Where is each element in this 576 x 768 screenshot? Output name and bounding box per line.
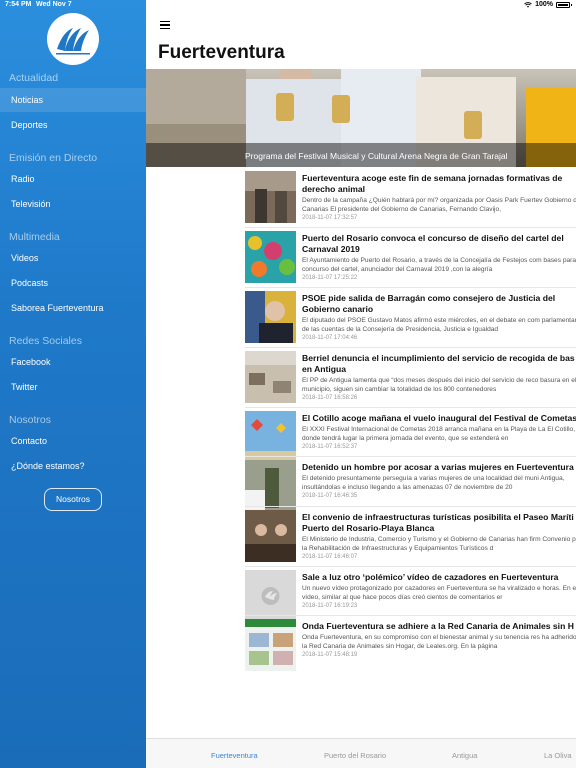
- news-title: Fuerteventura acoge este fin de semana j…: [302, 173, 563, 194]
- tab-antigua[interactable]: Antigua: [452, 751, 477, 760]
- page-title: Fuerteventura: [158, 42, 285, 63]
- divider: [245, 407, 576, 408]
- news-date: 2018-11-07 15:48:19: [302, 652, 358, 658]
- sidebar-item-contacto[interactable]: Contacto: [0, 429, 146, 453]
- news-thumbnail: [245, 291, 296, 343]
- sidebar-item-deportes[interactable]: Deportes: [0, 113, 146, 137]
- news-item[interactable]: PSOE pide salida de Barragán como consej…: [245, 291, 576, 351]
- menu-icon[interactable]: [160, 21, 170, 29]
- tab-la-oliva[interactable]: La Oliva: [544, 751, 572, 760]
- news-item[interactable]: Onda Fuerteventura se adhiere a la Red C…: [245, 619, 576, 679]
- news-desc: Onda Fuerteventura, en su compromiso con…: [302, 634, 576, 650]
- main-content: Fuerteventura Programa del Festival Musi…: [146, 0, 576, 768]
- status-right: 100%: [524, 1, 572, 8]
- sidebar-item-noticias[interactable]: Noticias: [0, 88, 146, 112]
- tab-puerto-del-rosario[interactable]: Puerto del Rosario: [324, 751, 386, 760]
- news-item[interactable]: Puerto del Rosario convoca el concurso d…: [245, 231, 576, 291]
- news-item[interactable]: Fuerteventura acoge este fin de semana j…: [245, 171, 576, 231]
- hero-caption: Programa del Festival Musical y Cultural…: [245, 151, 508, 161]
- divider: [245, 456, 576, 457]
- sidebar-item-videos[interactable]: Videos: [0, 246, 146, 270]
- news-date: 2018-11-07 17:25:22: [302, 275, 358, 281]
- tab-fuerteventura[interactable]: Fuerteventura: [211, 751, 258, 760]
- news-thumbnail: [245, 231, 296, 283]
- wifi-icon: [524, 1, 532, 8]
- news-thumbnail: [245, 460, 296, 512]
- news-date: 2018-11-07 17:32:57: [302, 215, 358, 221]
- logo: [47, 13, 99, 65]
- news-desc: El PP de Antigua lamenta que “dos meses …: [302, 377, 576, 393]
- news-thumbnail: [245, 619, 296, 671]
- news-title: Onda Fuerteventura se adhiere a la Red C…: [302, 621, 574, 631]
- sidebar-item-radio[interactable]: Radio: [0, 167, 146, 191]
- news-desc: El diputado del PSOE Gustavo Matos afirm…: [302, 317, 576, 333]
- sidebar-item-saborea[interactable]: Saborea Fuerteventura: [0, 296, 146, 320]
- wave-logo-icon: [56, 28, 90, 55]
- news-desc: El detenido presuntamente perseguía a va…: [302, 475, 565, 491]
- news-date: 2018-11-07 16:52:37: [302, 444, 358, 450]
- bottom-tab-bar: Fuerteventura Puerto del Rosario Antigua…: [146, 738, 576, 768]
- sidebar-item-donde[interactable]: ¿Dónde estamos?: [0, 454, 146, 478]
- news-title: El convenio de infraestructuras turístic…: [302, 512, 574, 533]
- divider: [245, 566, 576, 567]
- news-date: 2018-11-07 16:58:26: [302, 395, 358, 401]
- sidebar-item-podcasts[interactable]: Podcasts: [0, 271, 146, 295]
- news-title: Berriel denuncia el incumplimiento del s…: [302, 353, 575, 374]
- sidebar-item-facebook[interactable]: Facebook: [0, 350, 146, 374]
- status-time: 7:54 PM: [5, 1, 32, 8]
- news-item[interactable]: Berriel denuncia el incumplimiento del s…: [245, 351, 576, 411]
- news-title: Puerto del Rosario convoca el concurso d…: [302, 233, 564, 254]
- news-title: Sale a luz otro ‘polémico’ vídeo de caza…: [302, 572, 559, 582]
- news-date: 2018-11-07 17:04:46: [302, 335, 358, 341]
- news-desc: Un nuevo vídeo protagonizado por cazador…: [302, 585, 576, 601]
- divider: [245, 287, 576, 288]
- news-date: 2018-11-07 16:46:35: [302, 493, 358, 499]
- news-item[interactable]: El convenio de infraestructuras turístic…: [245, 510, 576, 570]
- news-title: El Cotillo acoge mañana el vuelo inaugur…: [302, 413, 576, 423]
- news-title: PSOE pide salida de Barragán como consej…: [302, 293, 556, 314]
- news-desc: El Ayuntamiento de Puerto del Rosario, a…: [302, 257, 576, 273]
- section-multimedia: Multimedia: [9, 231, 60, 243]
- nosotros-button[interactable]: Nosotros: [44, 488, 102, 511]
- sidebar: Actualidad Noticias Deportes Emisión en …: [0, 0, 146, 768]
- section-nosotros: Nosotros: [9, 414, 52, 426]
- app-screen: 7:54 PM Wed Nov 7 100% Actualidad Notici…: [0, 0, 576, 768]
- divider: [245, 615, 576, 616]
- news-desc: El XXXI Festival Internacional de Cometa…: [302, 426, 576, 442]
- divider: [245, 506, 576, 507]
- news-date: 2018-11-07 16:46:07: [302, 554, 358, 560]
- status-bar: 7:54 PM Wed Nov 7 100%: [0, 0, 576, 11]
- news-desc: Dentro de la campaña ¿Quién hablará por …: [302, 197, 576, 213]
- hero-banner[interactable]: Programa del Festival Musical y Cultural…: [146, 69, 576, 167]
- news-title: Detenido un hombre por acosar a varias m…: [302, 462, 574, 472]
- battery-icon: [556, 1, 572, 8]
- section-actualidad: Actualidad: [9, 72, 59, 84]
- news-thumbnail: [245, 171, 296, 223]
- news-date: 2018-11-07 16:19:23: [302, 603, 358, 609]
- section-emision: Emisión en Directo: [9, 152, 98, 164]
- news-thumbnail: [245, 510, 296, 562]
- sidebar-item-twitter[interactable]: Twitter: [0, 375, 146, 399]
- news-desc: El Ministerio de Industria, Comercio y T…: [302, 536, 576, 552]
- news-thumbnail: [245, 351, 296, 403]
- status-date: Wed Nov 7: [36, 1, 72, 8]
- section-redes: Redes Sociales: [9, 335, 82, 347]
- sidebar-item-television[interactable]: Televisión: [0, 192, 146, 216]
- battery-percent: 100%: [535, 1, 553, 8]
- divider: [245, 347, 576, 348]
- divider: [245, 227, 576, 228]
